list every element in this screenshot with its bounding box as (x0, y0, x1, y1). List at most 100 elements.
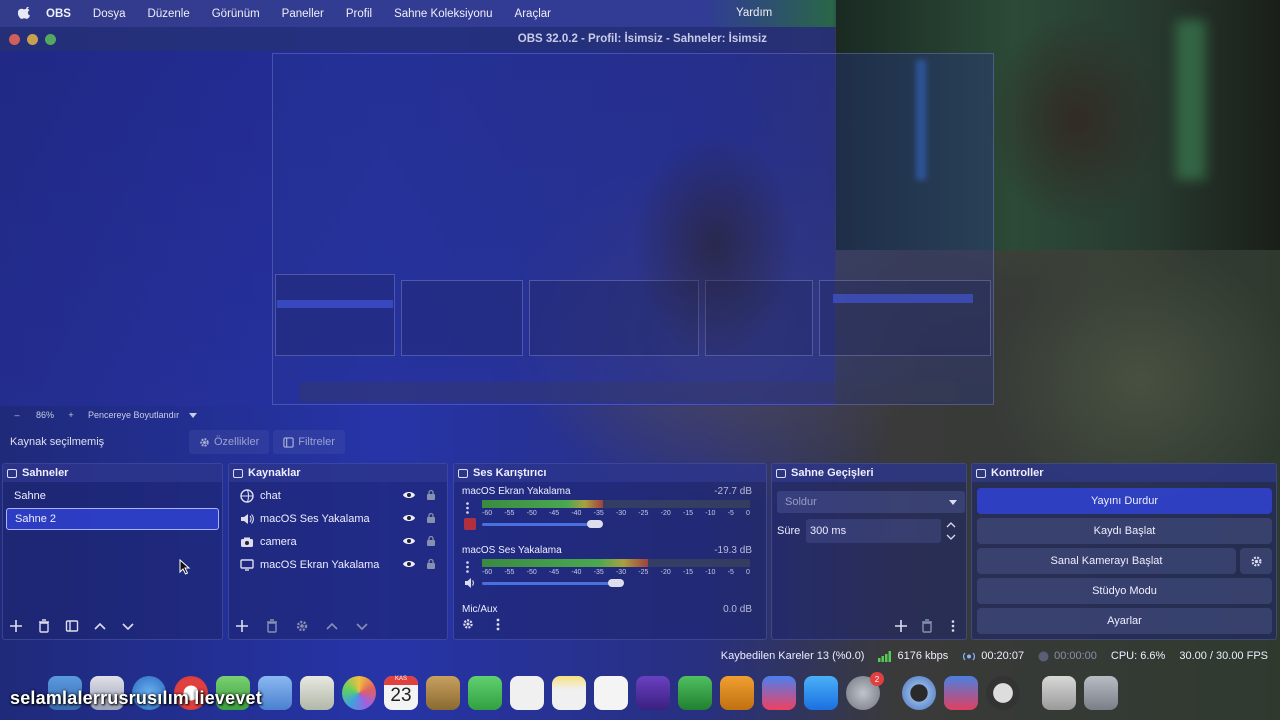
meter-tick: -30 (615, 510, 627, 517)
zoom-out-button[interactable]: – (10, 410, 24, 420)
scene-filters-button[interactable] (65, 619, 79, 633)
meter-tick: 0 (746, 510, 750, 517)
source-context-bar: Kaynak seçilmemiş Özellikler Filtreler (0, 428, 1280, 456)
downloads-folder-icon[interactable] (1042, 676, 1076, 710)
channel-menu-icon[interactable] (466, 561, 469, 573)
facetime-app-icon[interactable] (468, 676, 502, 710)
menu-gorunum[interactable]: Görünüm (212, 8, 260, 20)
meter-tick: -60 (482, 569, 493, 576)
lock-icon[interactable] (426, 558, 436, 570)
move-source-up-button[interactable] (325, 619, 339, 633)
maps-app-icon[interactable] (300, 676, 334, 710)
obs-app-icon[interactable] (986, 676, 1020, 710)
mixer-menu-icon[interactable] (496, 618, 500, 631)
speaker-icon[interactable] (464, 577, 476, 589)
scene-item-selected[interactable]: Sahne 2 (6, 508, 219, 530)
zoom-window-button[interactable] (45, 33, 56, 45)
source-item[interactable]: camera (232, 531, 444, 553)
transitions-title: Sahne Geçişleri (791, 467, 874, 479)
move-source-down-button[interactable] (355, 619, 369, 633)
source-item[interactable]: chat (232, 485, 444, 507)
meter-tick: -45 (548, 510, 560, 517)
zoom-dropdown-caret[interactable] (189, 412, 198, 418)
move-scene-down-button[interactable] (121, 619, 135, 633)
gear-icon[interactable] (462, 618, 476, 630)
add-transition-button[interactable] (894, 619, 908, 633)
add-source-button[interactable] (235, 619, 249, 633)
stop-stream-button[interactable]: Yayını Durdur (977, 488, 1272, 514)
quicktime-app-icon[interactable] (902, 676, 936, 710)
meter-tick: -55 (504, 569, 515, 576)
studio-mode-button[interactable]: Stüdyo Modu (977, 578, 1272, 604)
volume-slider-handle[interactable] (586, 520, 603, 528)
menu-araclar[interactable]: Araçlar (515, 8, 551, 20)
close-window-button[interactable] (9, 33, 20, 45)
system-settings-app-icon[interactable]: 2 (846, 672, 884, 710)
mail-app-icon[interactable] (258, 676, 292, 710)
trash-icon[interactable] (1084, 676, 1118, 710)
start-recording-button[interactable]: Kaydı Başlat (977, 518, 1272, 544)
menu-duzenle[interactable]: Düzenle (148, 8, 190, 20)
menu-dosya[interactable]: Dosya (93, 8, 126, 20)
contacts-app-icon[interactable] (426, 676, 460, 710)
sources-title: Kaynaklar (248, 467, 301, 479)
transition-type-select[interactable]: Soldur (777, 491, 965, 513)
reminders-app-icon[interactable] (510, 676, 544, 710)
scene-item[interactable]: Sahne (6, 485, 219, 507)
move-scene-up-button[interactable] (93, 619, 107, 633)
menu-sahne-koleksiyonu[interactable]: Sahne Koleksiyonu (394, 8, 492, 20)
calendar-app-icon[interactable]: KAS 23 (384, 676, 418, 710)
eye-icon[interactable] (402, 489, 416, 501)
duration-stepper[interactable] (946, 520, 956, 542)
controls-title: Kontroller (991, 467, 1044, 479)
lock-icon[interactable] (426, 512, 436, 524)
fps-indicator: 30.00 / 30.00 FPS (1179, 650, 1268, 662)
properties-button[interactable]: Özellikler (189, 430, 270, 454)
stream-time: 00:20:07 (962, 650, 1024, 662)
filters-button[interactable]: Filtreler (273, 430, 345, 454)
mute-icon[interactable] (464, 518, 476, 530)
channel-menu-icon[interactable] (466, 502, 469, 514)
source-properties-button[interactable] (295, 619, 309, 633)
menu-app-obs[interactable]: OBS (46, 8, 71, 20)
app-store-icon[interactable] (804, 676, 838, 710)
transition-menu-button[interactable] (946, 619, 960, 633)
photos-app-icon[interactable] (342, 676, 376, 710)
start-virtual-camera-button[interactable]: Sanal Kamerayı Başlat (977, 548, 1236, 574)
lock-icon[interactable] (426, 489, 436, 501)
settings-button[interactable]: Ayarlar (977, 608, 1272, 634)
zoom-in-button[interactable]: + (64, 410, 78, 420)
apple-icon[interactable] (18, 6, 32, 21)
notes-app-icon[interactable] (552, 676, 586, 710)
numbers-app-icon[interactable] (678, 676, 712, 710)
transitions-dock: Sahne Geçişleri Soldur Süre 300 ms (771, 463, 967, 640)
add-scene-button[interactable] (9, 619, 23, 633)
pages-app-icon[interactable] (720, 676, 754, 710)
iphone-mirroring-app-icon[interactable] (762, 676, 796, 710)
freeform-app-icon[interactable] (594, 676, 628, 710)
virtual-camera-settings-button[interactable] (1240, 548, 1272, 574)
menu-profil[interactable]: Profil (346, 8, 372, 20)
meter-scale: -60 -55 -50 -45 -40 -35 -30 -25 -20 -15 -10 -5 0 (482, 569, 750, 576)
menu-paneller[interactable]: Paneller (282, 8, 324, 20)
remove-source-button[interactable] (265, 619, 279, 633)
imovie-app-icon[interactable] (636, 676, 670, 710)
remove-transition-button[interactable] (920, 619, 934, 633)
remove-scene-button[interactable] (37, 619, 51, 633)
volume-slider[interactable] (482, 579, 624, 587)
volume-slider[interactable] (482, 520, 603, 528)
source-item[interactable]: macOS Ekran Yakalama (232, 554, 444, 576)
screen-sharing-app-icon[interactable] (944, 676, 978, 710)
fit-to-window-label[interactable]: Pencereye Boyutlandır (88, 410, 179, 420)
eye-icon[interactable] (402, 558, 416, 570)
eye-icon[interactable] (402, 512, 416, 524)
duration-input[interactable]: 300 ms (806, 519, 941, 543)
lock-icon[interactable] (426, 535, 436, 547)
menu-yardim[interactable]: Yardım (736, 7, 772, 19)
source-item[interactable]: macOS Ses Yakalama (232, 508, 444, 530)
minimize-window-button[interactable] (27, 33, 38, 45)
volume-slider-handle[interactable] (608, 579, 624, 587)
eye-icon[interactable] (402, 535, 416, 547)
mouse-cursor-icon (179, 559, 191, 575)
meter-tick: -35 (593, 510, 604, 517)
